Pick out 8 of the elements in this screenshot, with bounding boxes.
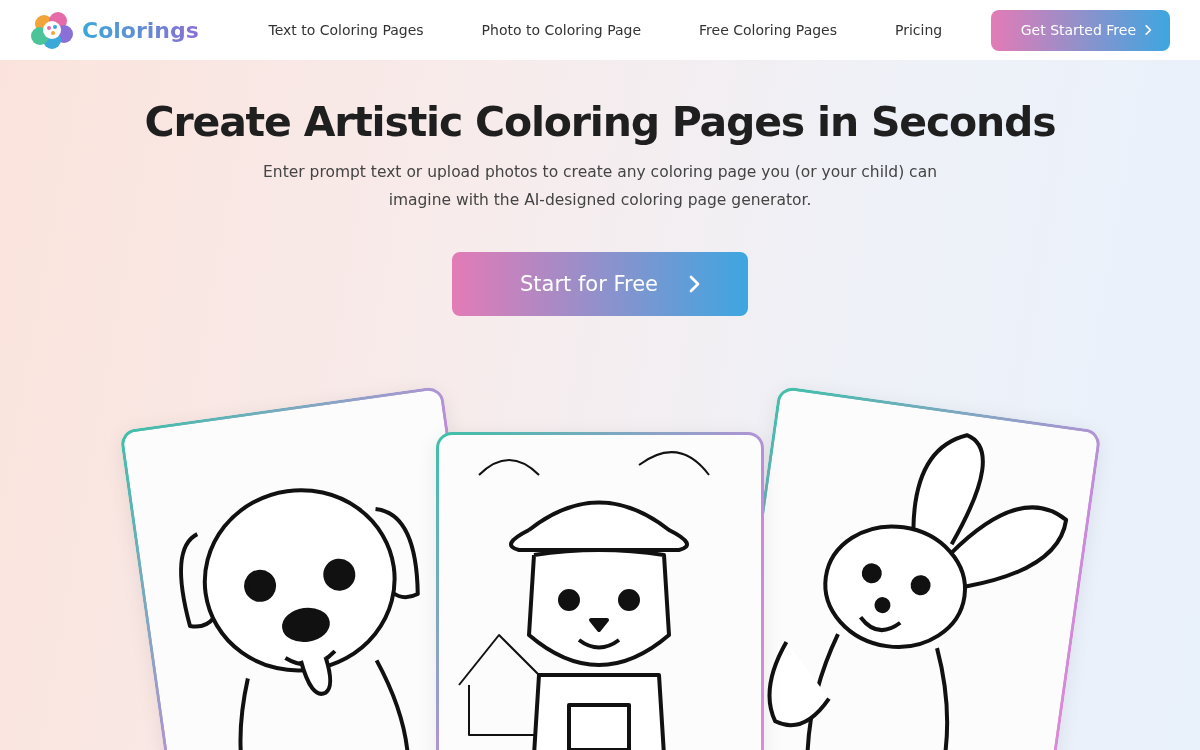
nav-link[interactable]: Photo to Coloring Page <box>481 22 642 38</box>
nav-link[interactable]: Text to Coloring Pages <box>268 22 424 38</box>
hero-title: Create Artistic Coloring Pages in Seconds <box>144 98 1056 146</box>
palette-logo-icon <box>30 10 76 50</box>
nav-link[interactable]: Pricing <box>895 22 943 38</box>
chevron-right-icon <box>1142 24 1154 36</box>
nav-link[interactable]: Free Coloring Pages <box>699 22 838 38</box>
hero-subtitle: Enter prompt text or upload photos to create any coloring page you (or your child) can imagine with the AI-designed coloring page generator. <box>262 162 938 211</box>
